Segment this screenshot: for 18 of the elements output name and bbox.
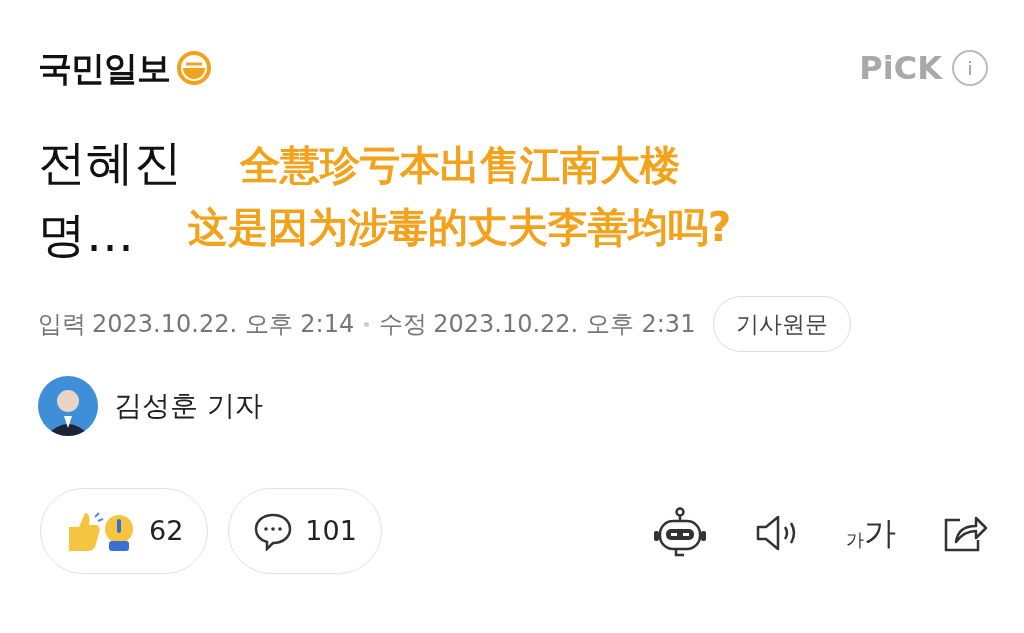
- headline-line: 명…: [38, 205, 134, 264]
- headline-line: 전혜진: [38, 133, 182, 192]
- robot-icon[interactable]: [652, 507, 708, 559]
- avatar[interactable]: [38, 376, 98, 436]
- logo-icon: [176, 50, 212, 86]
- speech-bubble-icon: [253, 511, 294, 551]
- press-logo[interactable]: 국민일보: [38, 51, 170, 85]
- edit-time: 2023.10.22. 오후 2:31: [433, 309, 696, 340]
- comment-count: 101: [305, 513, 357, 548]
- edit-label: 수정: [379, 309, 428, 340]
- input-time: 2023.10.22. 오후 2:14: [92, 309, 355, 340]
- font-size-button[interactable]: 가가: [846, 517, 896, 549]
- input-label: 입력: [38, 309, 86, 340]
- caption-line: 全慧珍亏本出售江南大楼: [239, 141, 680, 190]
- reaction-count: 62: [149, 513, 184, 548]
- reporter-name[interactable]: 김성훈 기자: [114, 385, 263, 427]
- caption-line: 这是因为涉毒的丈夫李善均吗?: [188, 203, 732, 252]
- pick-label: PiCK: [859, 52, 942, 84]
